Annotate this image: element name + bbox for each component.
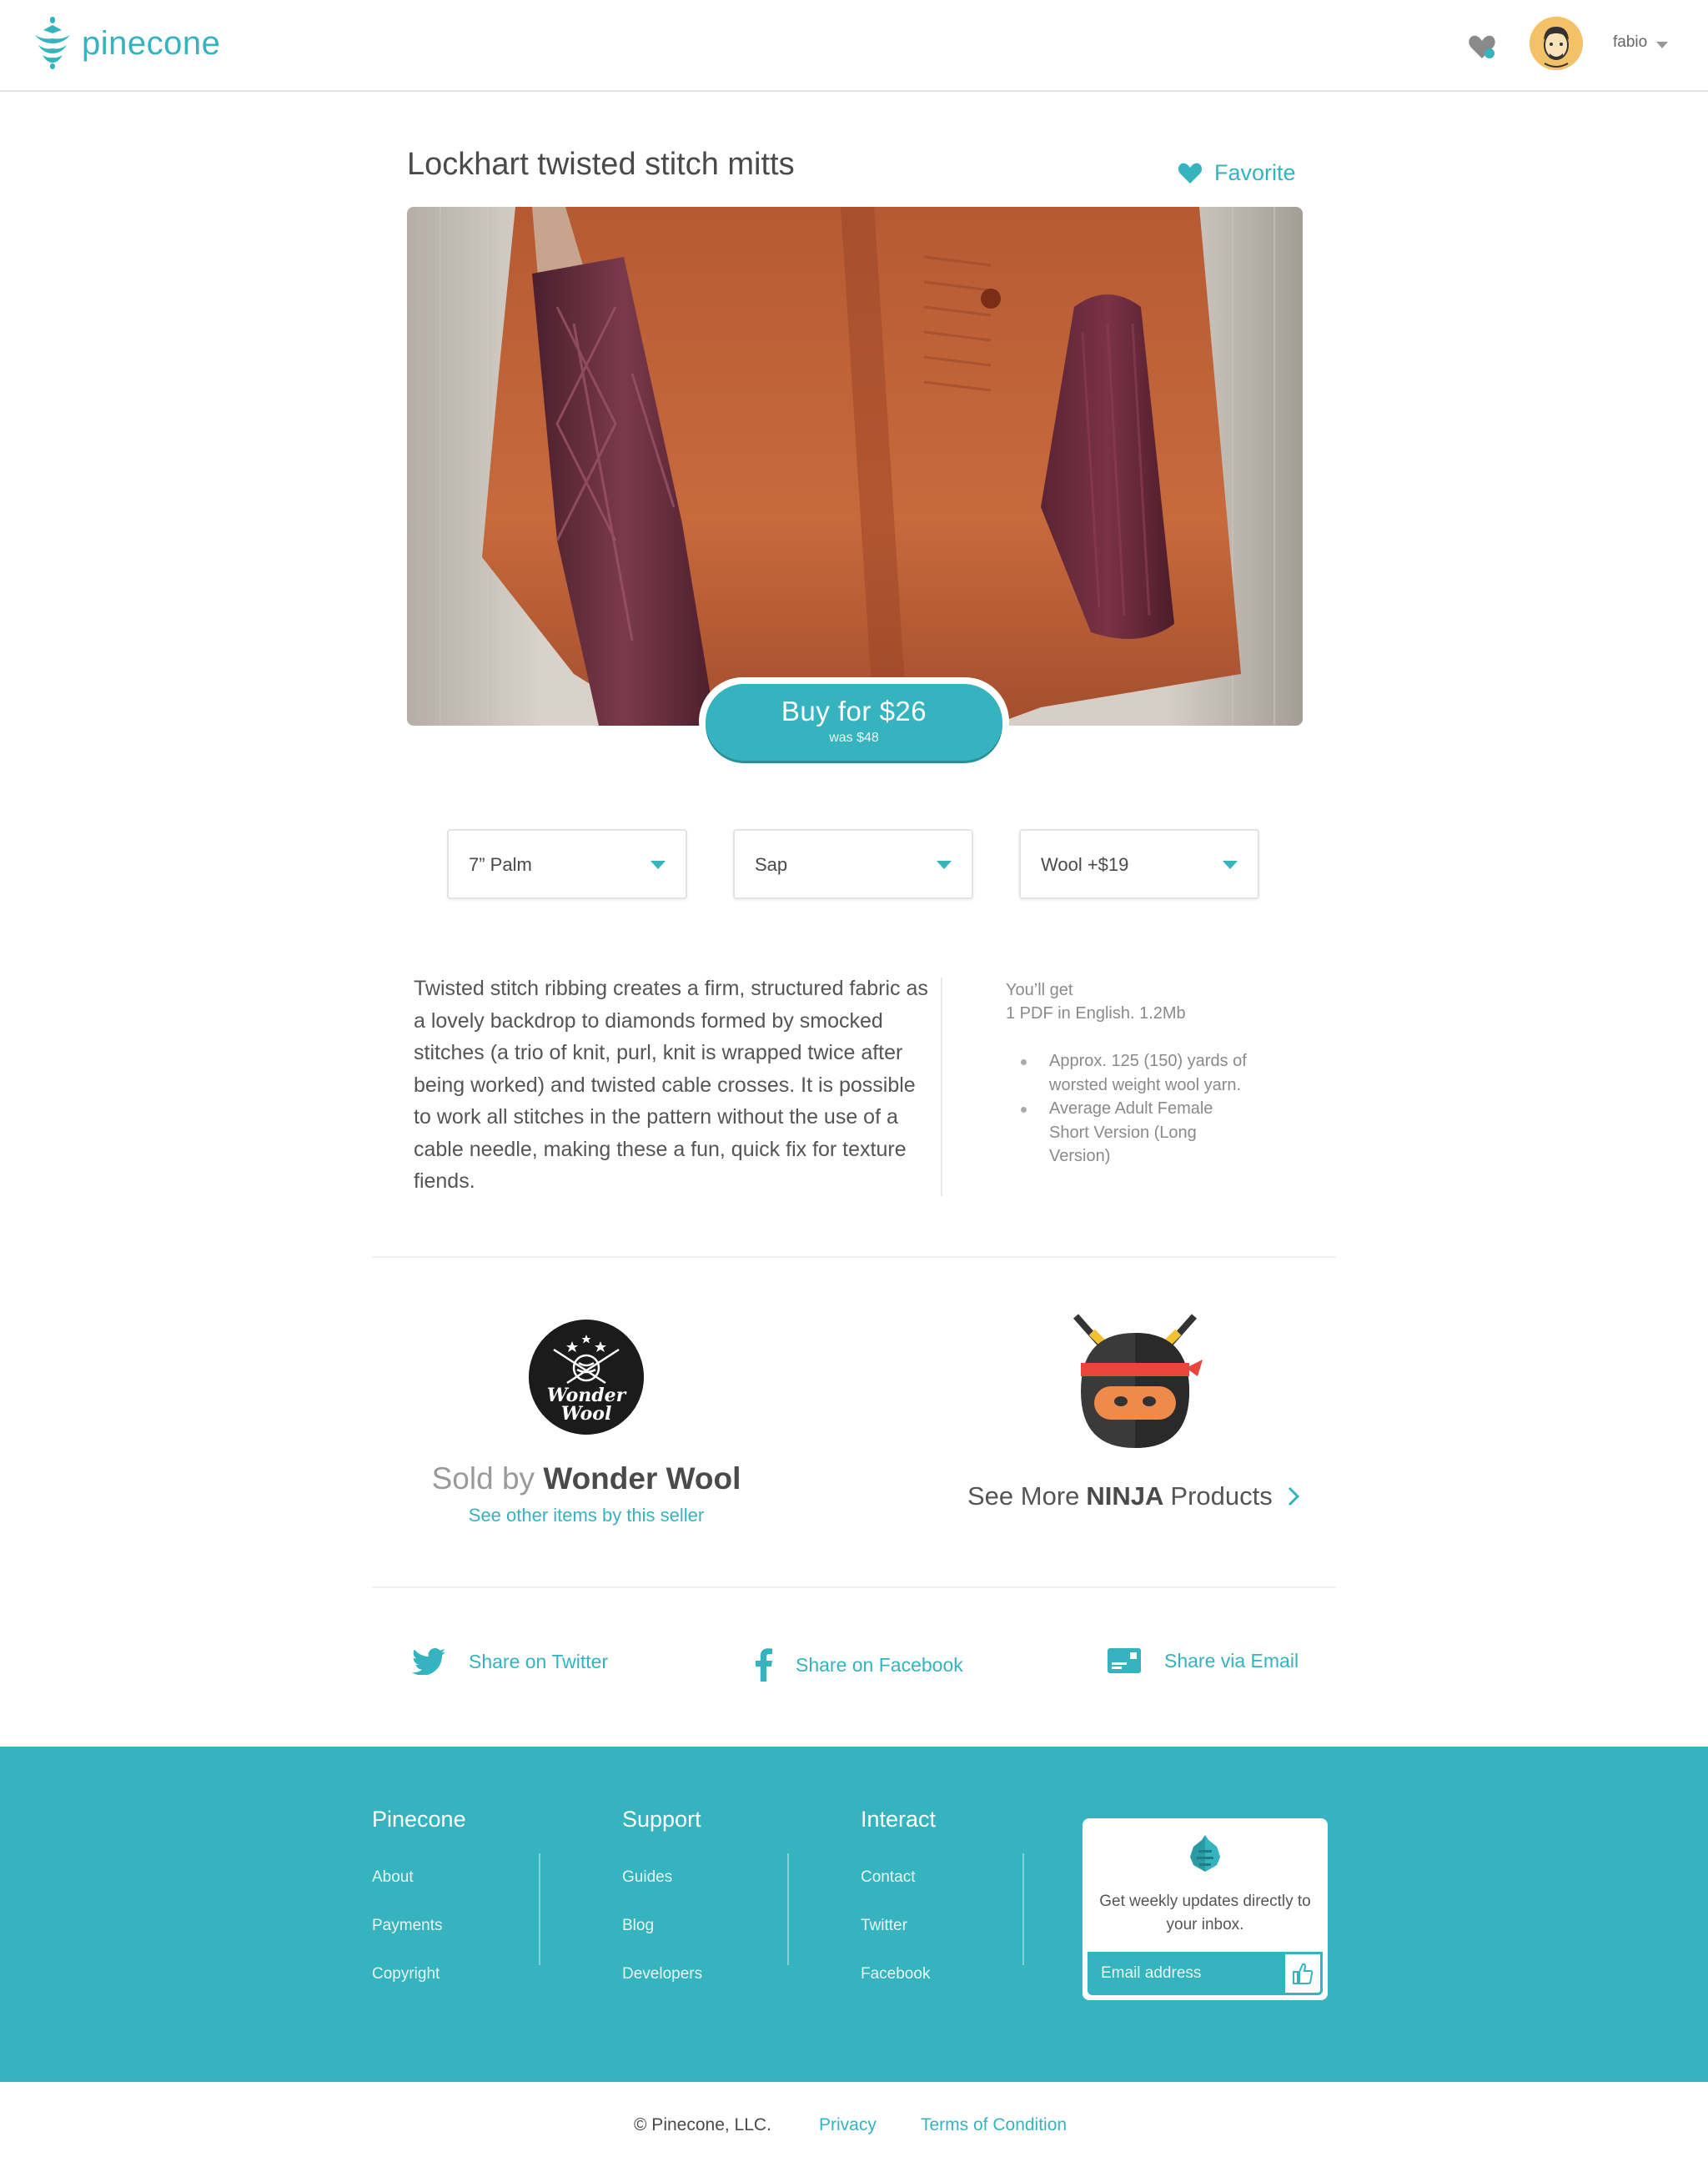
product-title: Lockhart twisted stitch mitts <box>407 147 795 182</box>
twitter-icon <box>412 1648 445 1675</box>
material-select[interactable]: Wool +$19 <box>1019 829 1259 899</box>
see-more-prefix: See More <box>967 1481 1080 1511</box>
see-more-suffix: Products <box>1170 1481 1273 1511</box>
footer-link-about[interactable]: About <box>372 1868 414 1887</box>
list-item: Approx. 125 (150) yards of worsted weigh… <box>1006 1049 1256 1097</box>
you-get-title: You’ll get <box>1006 981 1073 999</box>
favorite-label: Favorite <box>1214 160 1296 185</box>
terms-link[interactable]: Terms of Condition <box>921 2115 1067 2135</box>
buy-price-label: Buy for $26 <box>781 696 927 727</box>
footer-link-copyright[interactable]: Copyright <box>372 1965 440 1983</box>
divider <box>941 978 942 1196</box>
material-select-value: Wool +$19 <box>1041 854 1129 875</box>
favorite-button[interactable]: Favorite <box>1178 160 1296 186</box>
thumbs-up-icon <box>1293 1963 1314 1984</box>
avatar-face-icon <box>1530 17 1583 70</box>
color-select-value: Sap <box>755 854 788 875</box>
footer-col-title: Pinecone <box>372 1807 466 1832</box>
see-more-brand: NINJA <box>1086 1481 1164 1511</box>
privacy-link[interactable]: Privacy <box>819 2115 877 2135</box>
share-twitter-label: Share on Twitter <box>469 1650 609 1672</box>
footer-divider <box>787 1853 789 1965</box>
footer-link-payments[interactable]: Payments <box>372 1917 442 1935</box>
footer-link-facebook[interactable]: Facebook <box>861 1965 930 1983</box>
ninja-mascot-icon[interactable] <box>1064 1308 1206 1450</box>
footer-divider <box>1022 1853 1024 1965</box>
size-select-value: 7” Palm <box>469 854 532 875</box>
original-price-label: was $48 <box>829 731 879 745</box>
newsletter-email-input[interactable] <box>1088 1952 1283 1995</box>
chevron-down-icon <box>1223 861 1238 869</box>
seller-logo-line2: Wool <box>561 1403 612 1425</box>
avatar[interactable] <box>1530 17 1583 70</box>
favorites-heart-icon[interactable] <box>1468 33 1496 60</box>
list-item: Average Adult Female Short Version (Long… <box>1006 1097 1256 1169</box>
pinecone-drop-icon <box>1190 1835 1220 1872</box>
heart-icon <box>1178 163 1203 184</box>
email-card-icon <box>1108 1648 1141 1673</box>
sold-by-prefix: Sold by <box>431 1461 535 1496</box>
color-select[interactable]: Sap <box>733 829 973 899</box>
footer-link-twitter[interactable]: Twitter <box>861 1917 907 1935</box>
pinecone-logo[interactable]: pinecone <box>33 17 220 70</box>
pinecone-logo-icon <box>35 17 70 69</box>
share-twitter-button[interactable]: Share on Twitter <box>412 1648 608 1675</box>
user-menu-name[interactable]: fabio <box>1613 33 1647 52</box>
divider <box>372 1586 1336 1588</box>
footer <box>0 1747 1708 2082</box>
you-get-file: 1 PDF in English. 1.2Mb <box>1006 1004 1186 1023</box>
footer-link-blog[interactable]: Blog <box>622 1917 654 1935</box>
share-facebook-label: Share on Facebook <box>796 1653 963 1676</box>
product-description: Twisted stitch ribbing creates a firm, s… <box>414 977 928 1193</box>
size-select[interactable]: 7” Palm <box>447 829 687 899</box>
footer-divider <box>539 1853 540 1965</box>
chevron-down-icon <box>937 861 952 869</box>
buy-button[interactable]: Buy for $26 was $48 <box>706 684 1002 761</box>
top-navbar: pinecone fabio <box>0 0 1708 92</box>
facebook-icon <box>756 1648 772 1682</box>
chevron-down-icon <box>651 861 666 869</box>
logo-wordmark: pinecone <box>82 24 221 62</box>
newsletter-text: Get weekly updates directly to your inbo… <box>1099 1893 1311 1933</box>
product-photo <box>407 207 1303 726</box>
seller-items-link[interactable]: See other items by this seller <box>392 1505 781 1526</box>
footer-link-guides[interactable]: Guides <box>622 1868 672 1887</box>
newsletter-submit-button[interactable] <box>1283 1952 1323 1995</box>
seller-name[interactable]: Wonder Wool <box>543 1461 741 1496</box>
chevron-right-icon <box>1288 1486 1299 1506</box>
seller-logo[interactable]: Wonder Wool <box>529 1320 644 1435</box>
footer-col-title: Interact <box>861 1807 937 1832</box>
share-email-button[interactable]: Share via Email <box>1108 1648 1299 1673</box>
you-get-list: Approx. 125 (150) yards of worsted weigh… <box>1006 1049 1256 1169</box>
footer-link-contact[interactable]: Contact <box>861 1868 915 1887</box>
footer-col-title: Support <box>622 1807 701 1832</box>
newsletter-card: Get weekly updates directly to your inbo… <box>1083 1818 1328 2000</box>
share-facebook-button[interactable]: Share on Facebook <box>756 1648 963 1682</box>
share-email-label: Share via Email <box>1164 1649 1299 1672</box>
footer-link-developers[interactable]: Developers <box>622 1965 702 1983</box>
sold-by: Sold by Wonder Wool <box>392 1461 781 1496</box>
chevron-down-icon[interactable] <box>1656 42 1668 48</box>
copyright-text: © Pinecone, LLC. <box>634 2115 771 2134</box>
see-more-ninja-link[interactable]: See More NINJA Products <box>967 1481 1299 1511</box>
divider <box>372 1256 1336 1258</box>
